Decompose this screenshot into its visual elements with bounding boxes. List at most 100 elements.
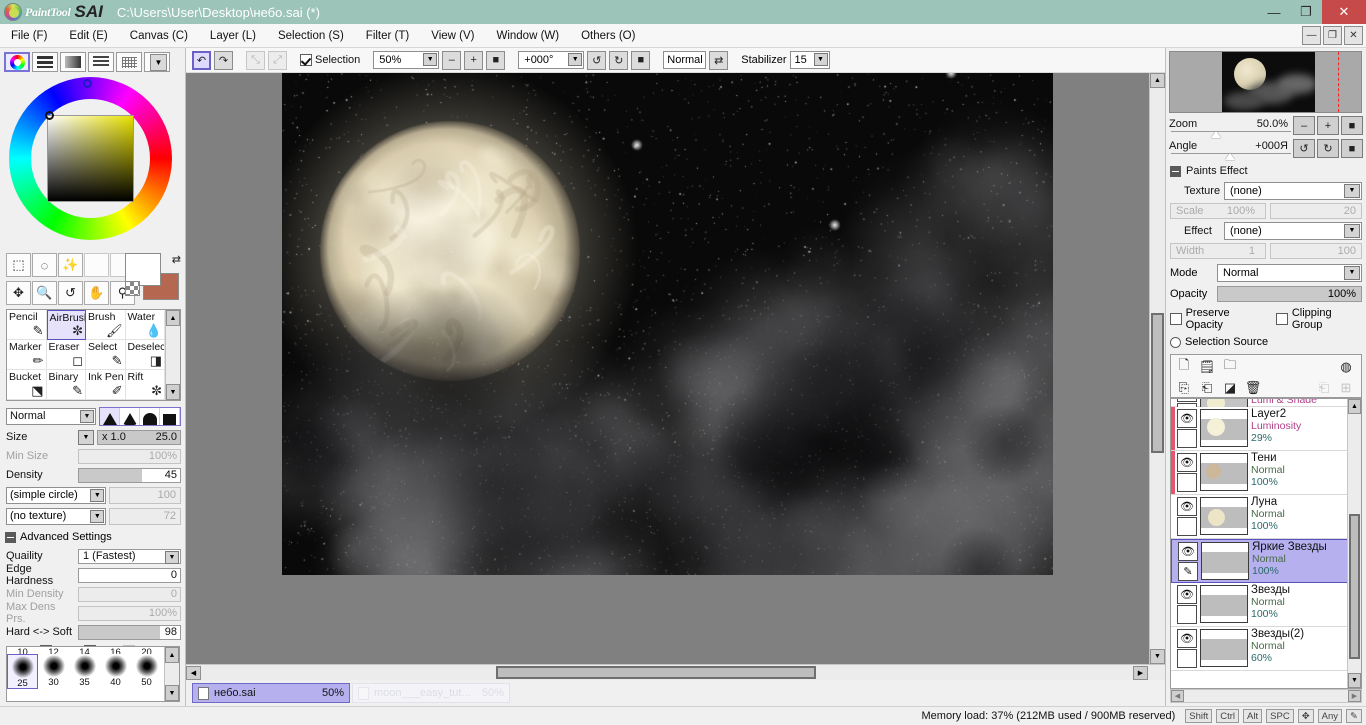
chevron-down-icon[interactable]: ▼ xyxy=(90,510,105,523)
brush-shape-amount[interactable]: 100 xyxy=(109,487,181,504)
menu-item-edit[interactable]: Edit (E) xyxy=(58,24,118,48)
hand-icon[interactable]: ✋ xyxy=(84,280,109,305)
add-mask-icon[interactable]: ⊞ xyxy=(1336,378,1356,397)
artwork-render[interactable] xyxy=(282,73,1053,575)
preserve-opacity-checkbox[interactable] xyxy=(1170,313,1182,325)
min-density-slider[interactable]: 0 xyxy=(78,586,181,602)
scroll-up-icon[interactable]: ▲ xyxy=(165,647,179,663)
hscroll-thumb[interactable] xyxy=(496,666,816,679)
size-input[interactable]: x 1.0 25.0 xyxy=(97,429,181,445)
edge-hardness-slider[interactable]: 0 xyxy=(78,567,181,583)
view-mode-label[interactable]: Normal xyxy=(663,51,707,69)
swap-colors-icon[interactable]: ⇄ xyxy=(172,253,181,266)
undo-button[interactable]: ↶ xyxy=(192,50,211,70)
layer-lock-icon[interactable] xyxy=(1177,605,1197,624)
canvas-viewport[interactable]: ▲ ▼ xyxy=(186,73,1165,664)
clipping-group-checkbox[interactable] xyxy=(1276,313,1288,325)
scroll-down-icon[interactable]: ▼ xyxy=(165,685,179,701)
layer-horizontal-scrollbar[interactable]: ◀ ▶ xyxy=(1170,689,1362,703)
chevron-down-icon[interactable]: ▼ xyxy=(1344,224,1360,238)
texture-select[interactable]: (none) ▼ xyxy=(1224,182,1362,200)
scroll-down-icon[interactable]: ▼ xyxy=(1150,649,1165,664)
rotate-icon[interactable]: ↺ xyxy=(58,280,83,305)
shape-sharp-button[interactable] xyxy=(100,408,120,425)
chevron-down-icon[interactable]: ▼ xyxy=(165,550,179,564)
new-linework-layer-icon[interactable]: 🗒 xyxy=(1197,357,1217,376)
tool-pencil[interactable]: Pencil ✎ xyxy=(7,310,47,340)
layer-mode-select[interactable]: Normal ▼ xyxy=(1217,264,1362,282)
nav-zoom-slider[interactable] xyxy=(1171,131,1291,138)
rotate-cw-button[interactable]: ↻ xyxy=(609,50,629,70)
layer-visibility-icon[interactable]: 👁 xyxy=(1177,497,1197,516)
scroll-up-icon[interactable]: ▲ xyxy=(1150,73,1165,88)
layer-lock-icon[interactable] xyxy=(1177,517,1197,536)
hue-marker[interactable] xyxy=(83,79,92,88)
tool-airbrush[interactable]: AirBrush ✼ xyxy=(46,310,86,340)
rotate-reset-button[interactable]: ■ xyxy=(631,50,651,70)
rgb-sliders-mode-button[interactable] xyxy=(32,52,58,72)
layer-visibility-icon[interactable]: 👁 xyxy=(1177,453,1197,472)
close-button[interactable]: ✕ xyxy=(1322,0,1366,24)
layer-list[interactable]: 👁 Layer1 Lumi & Shade 10% 👁 xyxy=(1170,398,1362,689)
scroll-down-icon[interactable]: ▼ xyxy=(166,384,180,400)
tool-slot-empty-1[interactable] xyxy=(84,253,109,277)
zoom-icon[interactable]: 🔍 xyxy=(32,280,57,305)
brush-blend-mode-select[interactable]: Normal ▼ xyxy=(6,408,96,425)
selection-source-radio[interactable] xyxy=(1170,336,1181,348)
menu-item-others[interactable]: Others (O) xyxy=(570,24,646,48)
layer-row[interactable]: 👁 Тени Normal 100% xyxy=(1171,451,1361,495)
shape-flat-button[interactable] xyxy=(160,408,180,425)
scroll-up-icon[interactable]: ▲ xyxy=(1348,399,1361,414)
tool-bucket[interactable]: Bucket ⬔ xyxy=(7,370,47,400)
preset-item[interactable]: 12 xyxy=(38,647,69,654)
tool-ink-pen[interactable]: Ink Pen ✐ xyxy=(86,370,126,400)
tool-select[interactable]: Select ✎ xyxy=(86,340,126,370)
flip-button[interactable]: ⇄ xyxy=(709,50,729,70)
preset-item-50[interactable]: 50 xyxy=(131,654,162,689)
magic-wand-icon[interactable]: ✨ xyxy=(58,253,83,277)
nav-zoom-reset-icon[interactable]: ■ xyxy=(1341,116,1363,135)
maximize-button[interactable]: ❐ xyxy=(1290,0,1322,24)
angle-input[interactable]: +000° ▼ xyxy=(518,51,585,69)
new-layer-icon[interactable]: 🗋 xyxy=(1174,357,1194,376)
mdi-minimize-button[interactable]: — xyxy=(1302,26,1321,45)
preset-item[interactable]: 10 xyxy=(7,647,38,654)
zoom-out-button[interactable]: – xyxy=(442,50,462,70)
density-slider[interactable]: 45 xyxy=(78,467,181,483)
layer-visibility-icon[interactable]: 👁 xyxy=(1178,542,1198,561)
layer-row[interactable]: 👁 Звезды(2) Normal 60% xyxy=(1171,627,1361,671)
delete-layer-icon[interactable]: 🗑 xyxy=(1243,378,1263,397)
rotate-ccw-button[interactable]: ↺ xyxy=(587,50,607,70)
canvas-horizontal-scrollbar[interactable]: ◀ ▶ xyxy=(186,664,1165,680)
fit-out-button[interactable]: ⤢ xyxy=(268,50,287,70)
scroll-right-icon[interactable]: ▶ xyxy=(1348,690,1361,702)
brush-texture-amount[interactable]: 72 xyxy=(109,508,181,525)
stabilizer-input[interactable]: 15 ▼ xyxy=(789,51,830,69)
hsv-sliders-mode-button[interactable] xyxy=(60,52,86,72)
layer-row[interactable]: 👁 Layer1 Lumi & Shade 10% xyxy=(1171,399,1361,422)
preset-item[interactable]: 16 xyxy=(100,647,131,654)
mdi-restore-button[interactable]: ❐ xyxy=(1323,26,1342,45)
layer-list-scrollbar[interactable]: ▲ ▼ xyxy=(1347,399,1361,688)
redo-button[interactable]: ↷ xyxy=(214,50,233,70)
selection-checkbox[interactable] xyxy=(300,54,312,66)
layer-row[interactable]: 👁 Layer2 Luminosity 29% xyxy=(1171,407,1361,451)
scroll-right-icon[interactable]: ▶ xyxy=(1133,665,1148,680)
menu-item-filter[interactable]: Filter (T) xyxy=(355,24,420,48)
layer-row[interactable]: 👁 Луна Normal 100% xyxy=(1171,495,1361,539)
layer-visibility-icon[interactable]: 👁 xyxy=(1177,585,1197,604)
canvas-vertical-scrollbar[interactable]: ▲ ▼ xyxy=(1149,73,1165,664)
brush-texture-select[interactable]: (no texture) ▼ xyxy=(6,508,107,525)
merge-down-icon[interactable]: ◪ xyxy=(1220,378,1240,397)
tool-rift[interactable]: Rift ✼ xyxy=(125,370,165,400)
layer-visibility-icon[interactable]: 👁 xyxy=(1177,399,1197,402)
layer-row[interactable]: 👁 Звезды Normal 100% xyxy=(1171,583,1361,627)
paints-effect-header[interactable]: Paints Effect xyxy=(1170,165,1366,177)
lasso-select-icon[interactable]: ◌ xyxy=(32,253,57,277)
layer-mask-icon[interactable]: ◍ xyxy=(1336,357,1356,376)
preset-item[interactable]: 20 xyxy=(131,647,162,654)
scroll-down-icon[interactable]: ▼ xyxy=(1348,673,1361,688)
color-panel-options-button[interactable]: ▼ xyxy=(150,54,167,71)
nav-zoom-knob[interactable] xyxy=(1211,131,1221,138)
saturation-value-square[interactable] xyxy=(47,115,134,202)
